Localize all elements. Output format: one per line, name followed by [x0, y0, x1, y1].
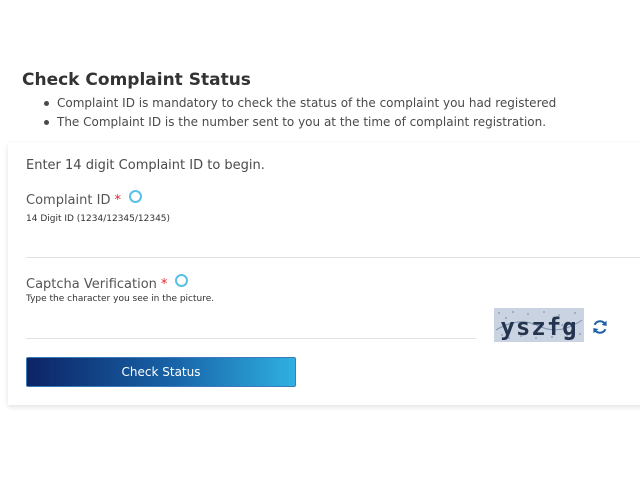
page-title: Check Complaint Status — [22, 70, 251, 90]
captcha-image: yszfg — [494, 308, 584, 342]
instruction-item: The Complaint ID is the number sent to y… — [44, 113, 556, 132]
instructions-list: Complaint ID is mandatory to check the s… — [44, 94, 556, 132]
captcha-input[interactable] — [26, 314, 478, 338]
captcha-label: Captcha Verification * — [26, 274, 189, 292]
form-intro: Enter 14 digit Complaint ID to begin. — [26, 158, 265, 173]
check-status-button[interactable]: Check Status — [26, 357, 296, 387]
complaint-id-underline — [26, 257, 640, 258]
info-icon[interactable] — [128, 190, 142, 203]
captcha-image-text: yszfg — [500, 313, 577, 341]
captcha-label-text: Captcha Verification — [26, 277, 157, 292]
captcha-hint: Type the character you see in the pictur… — [26, 294, 215, 304]
required-marker: * — [160, 277, 168, 292]
required-marker: * — [114, 193, 121, 208]
instruction-item: Complaint ID is mandatory to check the s… — [44, 94, 556, 113]
captcha-underline — [26, 338, 476, 339]
complaint-id-hint: 14 Digit ID (1234/12345/12345) — [26, 214, 171, 224]
captcha-image-graphic: yszfg — [494, 308, 584, 342]
complaint-id-label: Complaint ID * — [26, 190, 142, 208]
info-icon[interactable] — [175, 274, 189, 287]
complaint-id-label-text: Complaint ID — [26, 193, 111, 208]
refresh-icon[interactable] — [591, 318, 609, 336]
complaint-id-input[interactable] — [26, 232, 640, 256]
